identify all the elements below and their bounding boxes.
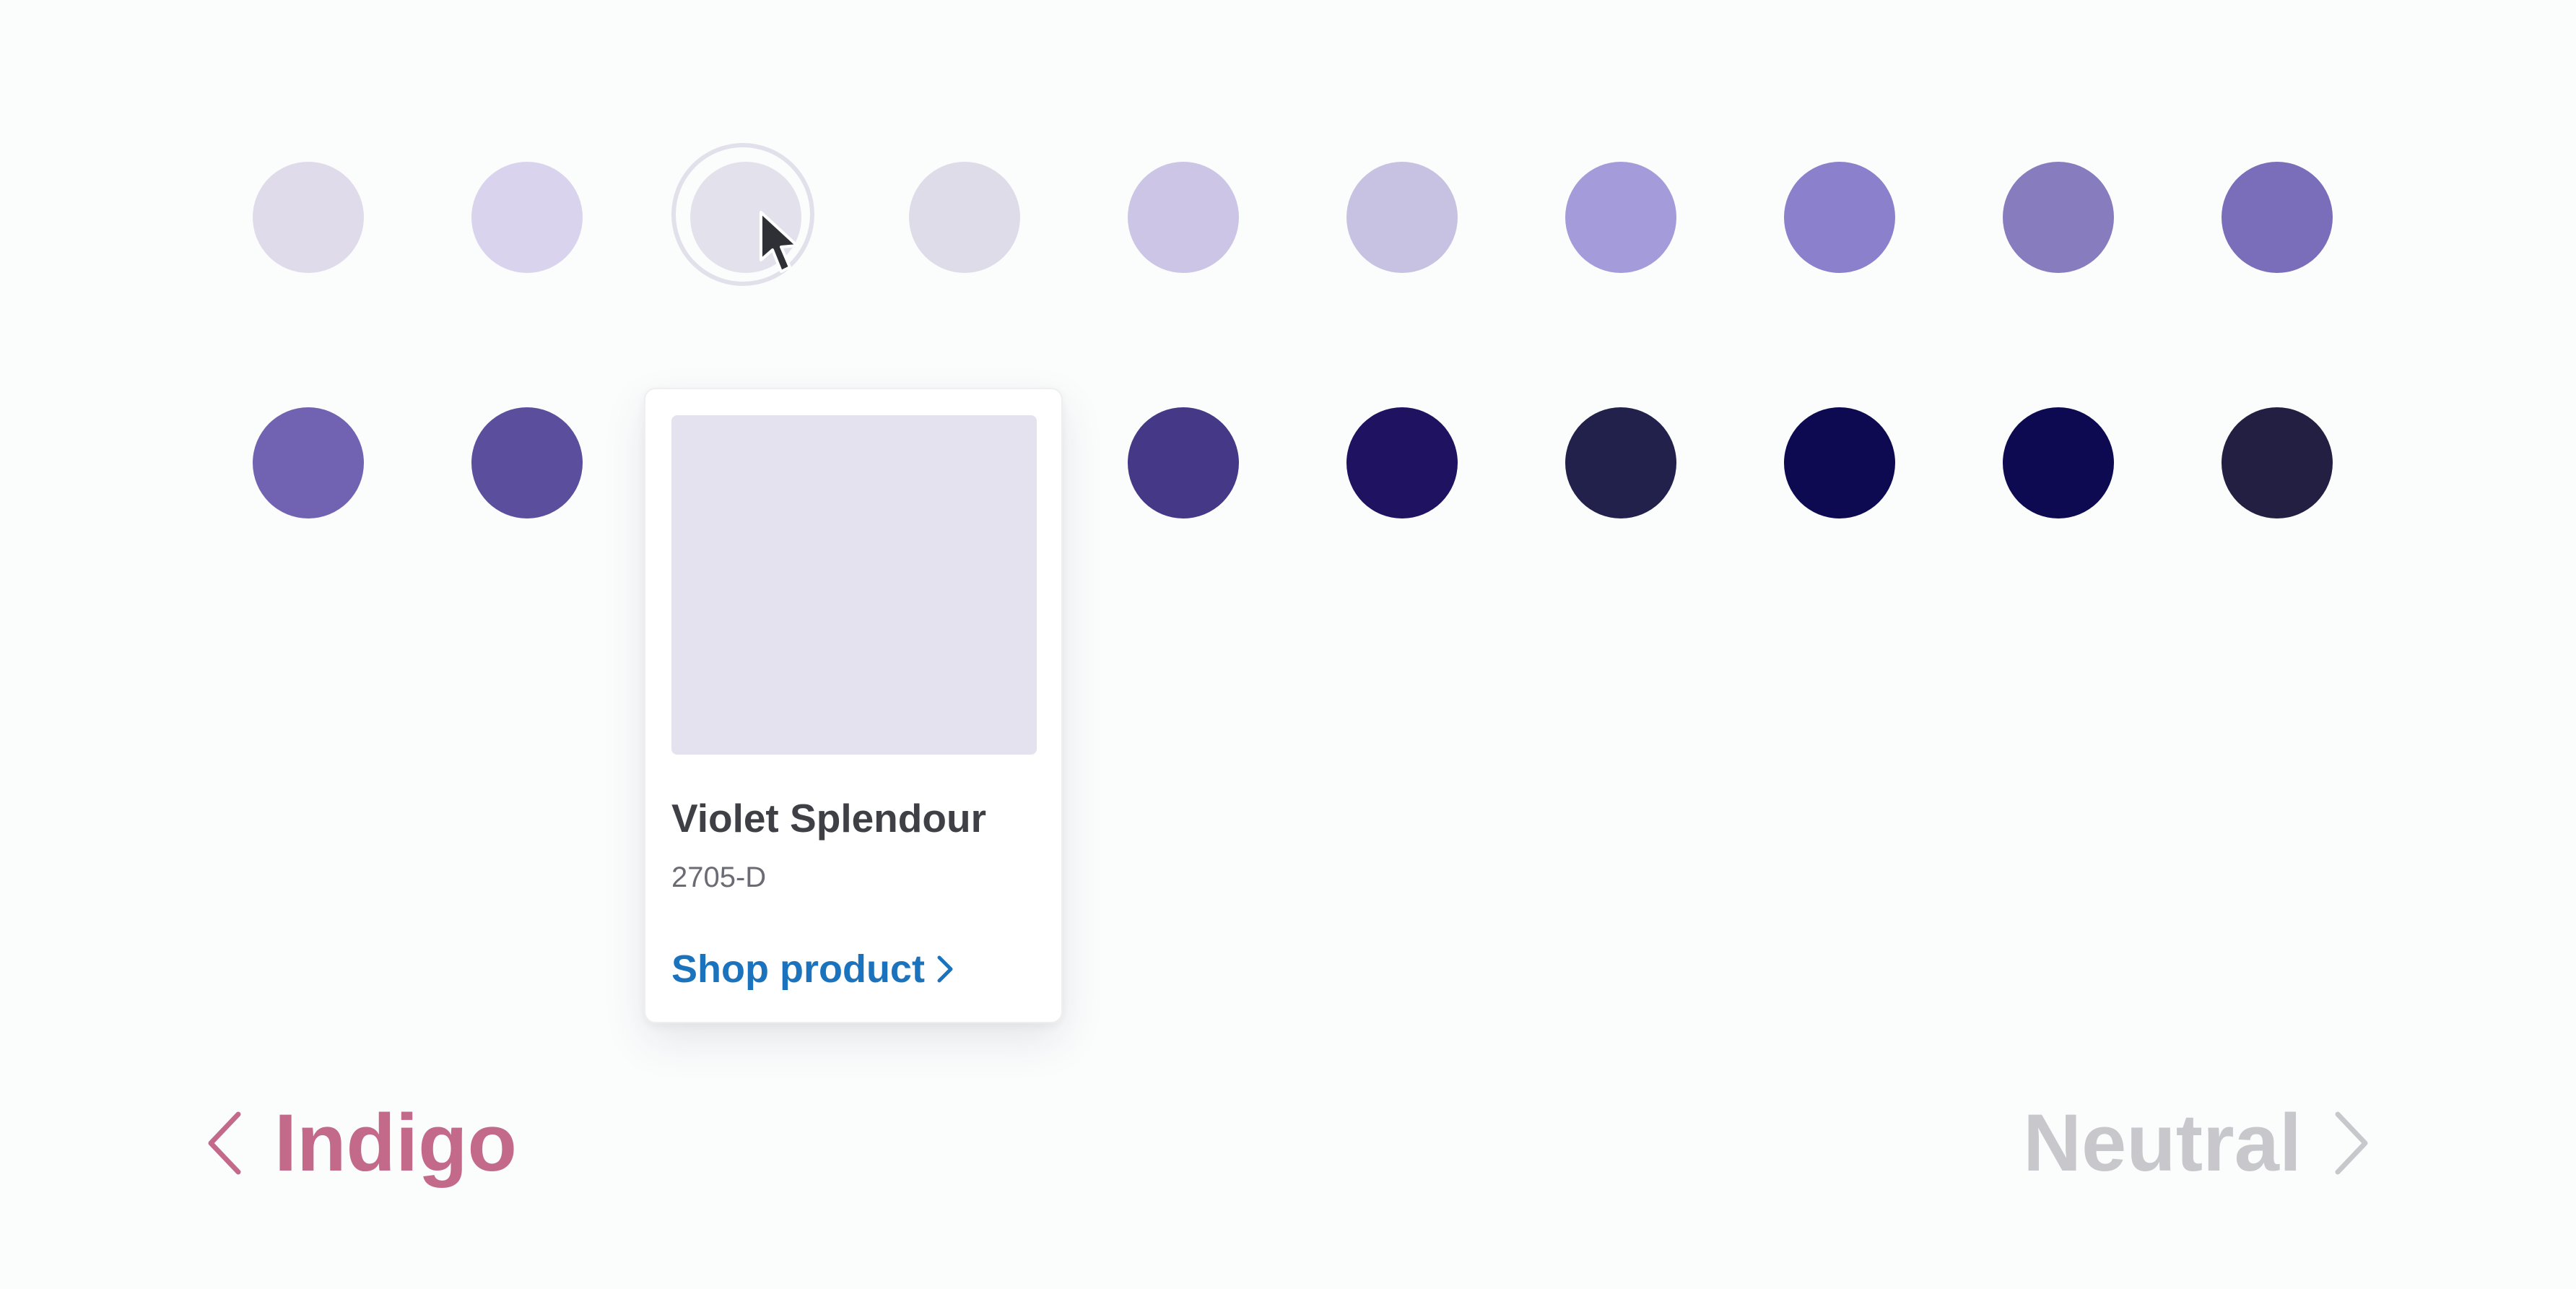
color-swatch[interactable] — [253, 407, 364, 518]
color-swatch[interactable] — [1346, 162, 1458, 273]
color-swatch[interactable] — [471, 162, 583, 273]
color-swatch[interactable] — [2222, 162, 2333, 273]
color-swatch[interactable] — [1128, 162, 1239, 273]
color-swatch[interactable] — [1784, 407, 1895, 518]
product-card: Violet Splendour 2705-D Shop product — [644, 388, 1063, 1023]
previous-palette-label: Indigo — [274, 1098, 517, 1188]
swatch-hover-ring — [671, 143, 814, 286]
product-name: Violet Splendour — [671, 796, 986, 841]
swatch-row-1 — [253, 143, 2333, 286]
color-swatch[interactable] — [253, 162, 364, 273]
color-swatch[interactable] — [671, 143, 814, 286]
color-swatch[interactable] — [471, 407, 583, 518]
swatch-row-2 — [253, 407, 2333, 518]
color-swatch[interactable] — [2222, 407, 2333, 518]
next-palette-link[interactable]: Neutral — [2023, 1096, 2374, 1190]
product-swatch-image — [671, 415, 1037, 755]
next-palette-label: Neutral — [2023, 1098, 2302, 1188]
color-swatch[interactable] — [1346, 407, 1458, 518]
product-code: 2705-D — [671, 861, 767, 893]
color-swatch[interactable] — [2003, 162, 2114, 273]
shop-product-link[interactable]: Shop product — [671, 947, 955, 991]
color-swatch[interactable] — [2003, 407, 2114, 518]
chevron-left-icon — [208, 1111, 241, 1175]
shop-product-label: Shop product — [671, 947, 925, 991]
chevron-right-icon — [2335, 1111, 2368, 1175]
color-swatch[interactable] — [909, 162, 1020, 273]
color-swatch[interactable] — [1128, 407, 1239, 518]
chevron-right-icon — [937, 955, 953, 983]
color-swatch[interactable] — [1565, 407, 1676, 518]
previous-palette-link[interactable]: Indigo — [202, 1096, 517, 1190]
color-swatch[interactable] — [1784, 162, 1895, 273]
color-swatch[interactable] — [1565, 162, 1676, 273]
